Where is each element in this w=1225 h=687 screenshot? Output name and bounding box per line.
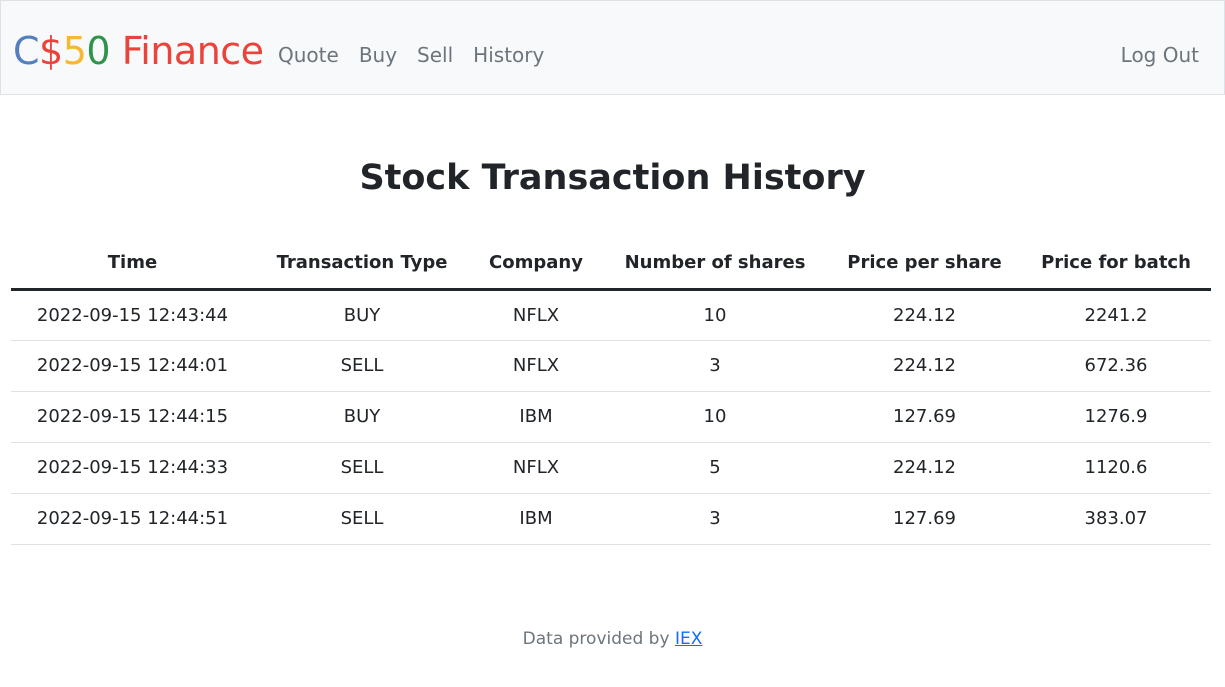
cell-transaction-type: BUY — [254, 391, 470, 443]
cell-company: IBM — [470, 493, 602, 545]
cell-transaction-type: BUY — [254, 289, 470, 341]
nav-link-history[interactable]: History — [473, 43, 544, 67]
header-price-for-batch: Price for batch — [1021, 238, 1211, 291]
nav-link-buy[interactable]: Buy — [359, 43, 397, 67]
cell-time: 2022-09-15 12:44:33 — [11, 442, 254, 494]
cell-price-for-batch: 2241.2 — [1021, 289, 1211, 341]
table-row: 2022-09-15 12:44:15 BUY IBM 10 127.69 12… — [11, 391, 1211, 443]
navbar: C$50 Finance Quote Buy Sell History Log … — [0, 0, 1225, 95]
cell-time: 2022-09-15 12:43:44 — [11, 289, 254, 341]
brand-letter-c: C — [13, 29, 40, 73]
table-row: 2022-09-15 12:44:01 SELL NFLX 3 224.12 6… — [11, 340, 1211, 392]
cell-transaction-type: SELL — [254, 340, 470, 392]
cell-time: 2022-09-15 12:44:01 — [11, 340, 254, 392]
brand-digit-0: 0 — [86, 29, 111, 73]
cell-transaction-type: SELL — [254, 493, 470, 545]
cell-number-of-shares: 10 — [602, 391, 828, 443]
brand-finance: Finance — [110, 29, 264, 73]
iex-link[interactable]: IEX — [675, 629, 702, 649]
table-row: 2022-09-15 12:44:51 SELL IBM 3 127.69 38… — [11, 493, 1211, 545]
header-price-per-share: Price per share — [828, 238, 1021, 291]
cell-company: IBM — [470, 391, 602, 443]
cell-price-per-share: 224.12 — [828, 289, 1021, 341]
header-number-of-shares: Number of shares — [602, 238, 828, 291]
cell-number-of-shares: 3 — [602, 340, 828, 392]
nav-links: Quote Buy Sell History — [278, 43, 544, 67]
cell-company: NFLX — [470, 340, 602, 392]
cell-price-for-batch: 672.36 — [1021, 340, 1211, 392]
brand-logo[interactable]: C$50 Finance — [13, 29, 264, 73]
cell-price-for-batch: 383.07 — [1021, 493, 1211, 545]
cell-time: 2022-09-15 12:44:15 — [11, 391, 254, 443]
header-transaction-type: Transaction Type — [254, 238, 470, 291]
cell-number-of-shares: 5 — [602, 442, 828, 494]
table-row: 2022-09-15 12:44:33 SELL NFLX 5 224.12 1… — [11, 442, 1211, 494]
cell-price-for-batch: 1276.9 — [1021, 391, 1211, 443]
cell-price-per-share: 224.12 — [828, 340, 1021, 392]
cell-number-of-shares: 10 — [602, 289, 828, 341]
transaction-history-table: Time Transaction Type Company Number of … — [11, 238, 1211, 545]
cell-price-per-share: 224.12 — [828, 442, 1021, 494]
footer: Data provided by IEX — [0, 628, 1225, 650]
table-row: 2022-09-15 12:43:44 BUY NFLX 10 224.12 2… — [11, 289, 1211, 341]
cell-time: 2022-09-15 12:44:51 — [11, 493, 254, 545]
header-time: Time — [11, 238, 254, 291]
cell-transaction-type: SELL — [254, 442, 470, 494]
cell-company: NFLX — [470, 442, 602, 494]
brand-dollar: $ — [39, 29, 63, 73]
page-title: Stock Transaction History — [359, 158, 866, 198]
table-header-row: Time Transaction Type Company Number of … — [11, 238, 1211, 291]
cell-number-of-shares: 3 — [602, 493, 828, 545]
cell-company: NFLX — [470, 289, 602, 341]
cell-price-for-batch: 1120.6 — [1021, 442, 1211, 494]
logout-link[interactable]: Log Out — [1121, 43, 1199, 67]
nav-link-quote[interactable]: Quote — [278, 43, 339, 67]
cell-price-per-share: 127.69 — [828, 391, 1021, 443]
header-company: Company — [470, 238, 602, 291]
brand-digit-5: 5 — [62, 29, 87, 73]
cell-price-per-share: 127.69 — [828, 493, 1021, 545]
footer-text: Data provided by — [522, 629, 675, 649]
nav-link-sell[interactable]: Sell — [417, 43, 453, 67]
